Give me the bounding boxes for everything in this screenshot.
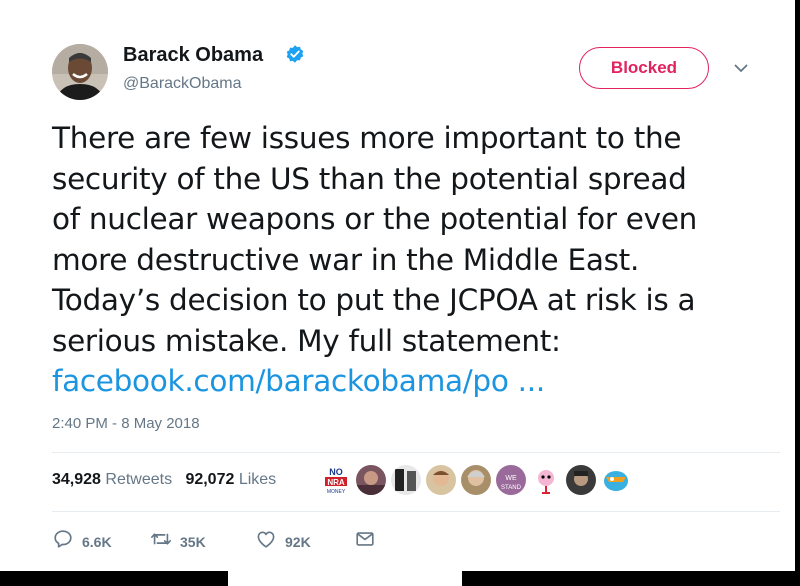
tweet-text: There are few issues more important to t…	[52, 118, 752, 402]
message-action[interactable]	[354, 528, 384, 550]
chevron-down-icon[interactable]	[733, 60, 749, 76]
badge-text-nra: NRA	[327, 478, 345, 487]
author-name[interactable]: Barack Obama	[123, 44, 263, 67]
tweet-line: There are few issues more important to t…	[52, 121, 682, 155]
liker-avatar[interactable]: WE STAND	[496, 465, 526, 495]
reply-count: 6.6K	[82, 534, 112, 550]
liker-avatar[interactable]: NO NRA MONEY	[322, 465, 350, 495]
retweets-stat[interactable]: 34,928 Retweets	[52, 471, 172, 488]
tweet-line: more destructive war in the Middle East.	[52, 242, 640, 277]
author-handle[interactable]: @BarackObama	[123, 75, 242, 93]
liker-avatar[interactable]	[531, 465, 561, 495]
likes-count: 92,072	[185, 471, 235, 488]
envelope-icon	[356, 532, 374, 546]
divider	[52, 452, 780, 453]
like-count: 92K	[285, 534, 311, 550]
tweet-actions: 6.6K 35K 92K	[52, 528, 452, 554]
like-action[interactable]: 92K	[255, 528, 311, 550]
reply-action[interactable]: 6.6K	[52, 528, 112, 550]
tweet-line: serious mistake. My full statement:	[52, 323, 561, 358]
retweet-action[interactable]: 35K	[150, 528, 206, 550]
tweet-line: security of the US than the potential sp…	[52, 161, 687, 196]
liker-avatar[interactable]	[356, 465, 386, 495]
verified-badge-icon	[286, 45, 304, 63]
avatar-text-stand: STAND	[501, 485, 522, 491]
liker-avatar[interactable]	[461, 465, 491, 495]
reply-icon	[54, 530, 72, 548]
avatar-text-we: WE	[505, 475, 517, 482]
tweet-card: Barack Obama @BarackObama Blocked There …	[0, 0, 795, 571]
liker-avatar[interactable]	[601, 465, 631, 495]
liker-avatar[interactable]	[566, 465, 596, 495]
liker-avatar[interactable]	[426, 465, 456, 495]
liker-avatar[interactable]	[391, 465, 421, 495]
tweet-link[interactable]: facebook.com/barackobama/po ...	[52, 361, 752, 402]
heart-icon	[257, 531, 275, 548]
retweets-label: Retweets	[105, 471, 173, 488]
likes-label: Likes	[238, 471, 277, 488]
bottom-strip	[228, 571, 462, 586]
tweet-line: of nuclear weapons or the potential for …	[52, 202, 698, 236]
author-avatar[interactable]	[52, 44, 108, 100]
retweets-count: 34,928	[52, 471, 101, 488]
badge-text-no: NO	[329, 467, 343, 477]
retweet-count: 35K	[180, 534, 206, 550]
retweet-icon	[151, 533, 171, 545]
likes-stat[interactable]: 92,072 Likes	[185, 471, 276, 488]
tweet-stats: 34,928 Retweets 92,072 Likes	[52, 471, 276, 489]
badge-text-money: MONEY	[327, 489, 346, 495]
tweet-line: Today’s decision to put the JCPOA at ris…	[52, 283, 696, 317]
divider	[52, 511, 780, 512]
tweet-timestamp[interactable]: 2:40 PM - 8 May 2018	[52, 415, 200, 432]
blocked-button[interactable]: Blocked	[579, 47, 709, 89]
